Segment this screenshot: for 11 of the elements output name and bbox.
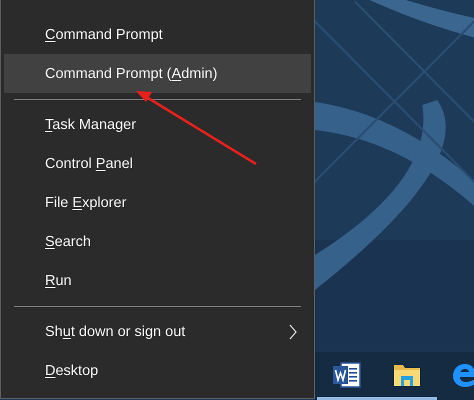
menu-item[interactable]: Shut down or sign out [4,312,311,351]
menu-item[interactable]: Run [4,261,311,300]
browser-icon [453,362,474,388]
menu-item[interactable]: Control Panel [4,144,311,183]
menu-item[interactable]: Command Prompt [4,15,311,54]
menu-item[interactable]: Desktop [4,351,311,390]
menu-item[interactable]: Task Manager [4,105,311,144]
menu-item[interactable]: Search [4,222,311,261]
menu-item[interactable]: Command Prompt (Admin) [4,54,311,93]
menu-item[interactable]: File Explorer [4,183,311,222]
document-icon [333,362,361,388]
